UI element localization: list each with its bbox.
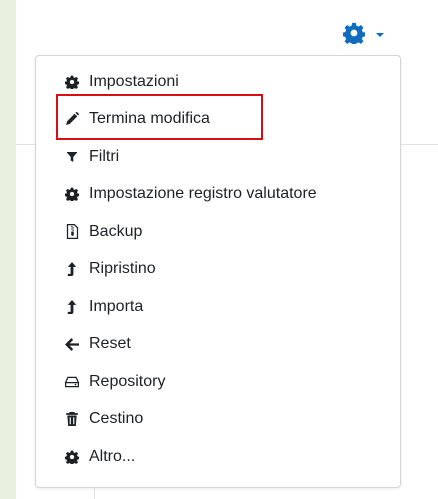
- arrow-left-icon: [65, 336, 79, 352]
- menu-item-label: Impostazioni: [89, 72, 179, 90]
- actions-dropdown-menu: Impostazioni Termina modifica Filtri Imp…: [35, 55, 401, 488]
- hdd-icon: [65, 374, 79, 390]
- menu-item-reset[interactable]: Reset: [36, 326, 400, 364]
- menu-item-label: Reset: [89, 335, 131, 353]
- menu-item-label: Backup: [89, 222, 143, 240]
- menu-item-cestino[interactable]: Cestino: [36, 401, 400, 439]
- menu-item-ripristino[interactable]: Ripristino: [36, 251, 400, 289]
- menu-item-label: Ripristino: [89, 260, 156, 278]
- filter-icon: [65, 149, 79, 165]
- cog-icon: [65, 74, 79, 90]
- gear-icon: [342, 22, 366, 49]
- caret-down-icon: [375, 30, 385, 40]
- level-up-icon: [65, 299, 79, 315]
- menu-item-label: Repository: [89, 372, 166, 390]
- menu-item-label: Impostazione registro valutatore: [89, 185, 317, 203]
- level-up-icon: [65, 261, 79, 277]
- trash-icon: [65, 411, 79, 427]
- actions-menu-toggle[interactable]: [342, 22, 413, 49]
- menu-item-label: Termina modifica: [89, 110, 210, 128]
- menu-item-label: Importa: [89, 297, 144, 315]
- menu-item-importa[interactable]: Importa: [36, 288, 400, 326]
- pencil-icon: [65, 111, 79, 127]
- menu-item-label: Filtri: [89, 147, 120, 165]
- cog-icon: [65, 449, 79, 465]
- menu-item-backup[interactable]: Backup: [36, 213, 400, 251]
- menu-item-impostazioni[interactable]: Impostazioni: [36, 63, 400, 101]
- cog-icon: [65, 186, 79, 202]
- menu-item-impostazione-registro-valutatore[interactable]: Impostazione registro valutatore: [36, 176, 400, 214]
- menu-item-label: Cestino: [89, 410, 144, 428]
- menu-item-label: Altro...: [89, 447, 136, 465]
- menu-item-filtri[interactable]: Filtri: [36, 138, 400, 176]
- menu-item-repository[interactable]: Repository: [36, 363, 400, 401]
- file-archive-icon: [65, 224, 79, 240]
- menu-item-termina-modifica[interactable]: Termina modifica: [36, 101, 400, 139]
- menu-item-altro[interactable]: Altro...: [36, 438, 400, 476]
